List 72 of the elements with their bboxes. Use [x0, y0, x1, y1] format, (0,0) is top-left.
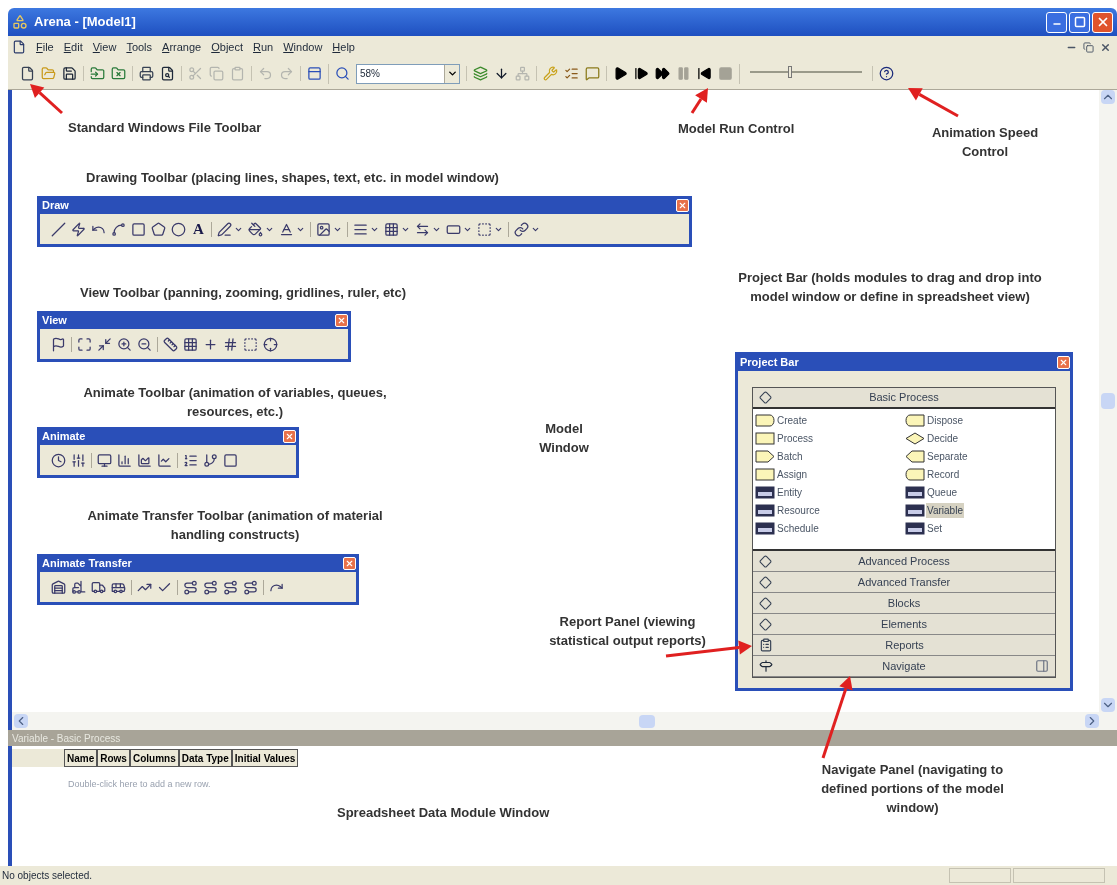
module-item[interactable]: Create — [755, 412, 905, 428]
panel-header[interactable]: Navigate — [753, 656, 1055, 677]
module-label: Entity — [776, 485, 803, 500]
menu-item[interactable]: Object — [211, 38, 243, 56]
status-text: No objects selected. — [2, 869, 93, 883]
module-label: Assign — [776, 467, 808, 482]
module-label: Decide — [926, 431, 960, 446]
menu-item[interactable]: Edit — [63, 38, 83, 56]
annotation-text: Model Window — [538, 420, 590, 457]
zoom-value: 58% — [359, 67, 381, 81]
module-label: Separate — [926, 449, 969, 464]
menu-item[interactable]: Window — [283, 38, 323, 56]
toolbar-title: Animate Transfer — [42, 558, 132, 569]
menu-item[interactable]: Tools — [126, 38, 153, 56]
module-item[interactable]: Record — [905, 466, 1055, 482]
module-label: Process — [776, 431, 815, 446]
annotation-text: Animation Speed Control — [930, 124, 1040, 161]
column-header[interactable]: Name — [64, 749, 98, 767]
annotation-text: Report Panel (viewing statistical output reports) — [548, 613, 707, 650]
annotation-text: Drawing Toolbar (placing lines, shapes, text, etc. in model window) — [86, 169, 499, 187]
module-item[interactable]: Resource — [755, 502, 905, 518]
annotation-text: Standard Windows File Toolbar — [68, 119, 262, 137]
annotation-text: Project Bar (holds modules to drag and drop into model window or define in spreadsheet view) — [737, 269, 1043, 306]
column-header[interactable]: Rows — [97, 749, 130, 767]
annotation-text: Animate Toolbar (animation of variables, queues, resources, etc.) — [82, 384, 388, 421]
text-tool-button[interactable]: A — [191, 221, 206, 237]
annotation-text: View Toolbar (panning, zooming, gridlines, ruler, etc) — [80, 284, 406, 302]
module-item[interactable]: Entity — [755, 484, 905, 500]
column-header[interactable]: Columns — [129, 749, 179, 767]
module-label: Record — [926, 467, 961, 482]
zoom-dropdown[interactable]: 58% — [356, 63, 460, 84]
menu-item[interactable]: File — [36, 38, 54, 56]
panel-header[interactable]: Blocks — [753, 593, 1055, 614]
module-label: Schedule — [776, 521, 820, 536]
module-label: Create — [776, 413, 808, 428]
panel-header[interactable]: Advanced Transfer — [753, 572, 1055, 593]
module-label: Resource — [776, 503, 821, 518]
module-label: Queue — [926, 485, 959, 500]
toolbar-title: View — [42, 315, 67, 326]
module-item[interactable]: Assign — [755, 466, 905, 482]
module-label: Set — [926, 521, 943, 536]
spreadsheet-title: Variable - Basic Process — [12, 731, 121, 746]
module-item[interactable]: Set — [905, 520, 1055, 536]
window-title: Arena - [Model1] — [34, 13, 136, 32]
module-item[interactable]: Queue — [905, 484, 1055, 500]
module-item[interactable]: Dispose — [905, 412, 1055, 428]
module-item[interactable]: Schedule — [755, 520, 905, 536]
module-label: Dispose — [926, 413, 965, 428]
menu-item[interactable]: Run — [253, 38, 274, 56]
module-item[interactable]: Batch — [755, 448, 905, 464]
toolbar-title: Animate — [42, 431, 86, 442]
column-header[interactable]: Initial Values — [231, 749, 299, 767]
menu-item[interactable]: Arrange — [162, 38, 202, 56]
column-header[interactable]: Data Type — [178, 749, 232, 767]
module-label: Variable — [926, 502, 964, 518]
panel-header[interactable]: Reports — [753, 635, 1055, 656]
annotation-text: Model Run Control — [678, 120, 795, 138]
panel-header[interactable]: Advanced Process — [753, 551, 1055, 572]
panel-header[interactable]: Basic Process — [753, 388, 1055, 409]
annotation-text: Navigate Panel (navigating to defined portions of the model window) — [820, 761, 1005, 817]
menu-item[interactable]: View — [92, 38, 117, 56]
annotation-text: Animate Transfer Toolbar (animation of material handling constructs) — [86, 507, 384, 544]
window-title: Project Bar — [740, 356, 799, 368]
panel-header[interactable]: Elements — [753, 614, 1055, 635]
menu-item[interactable]: Help — [332, 38, 355, 56]
module-item[interactable]: Separate — [905, 448, 1055, 464]
module-item[interactable]: Decide — [905, 430, 1055, 446]
module-item[interactable]: Process — [755, 430, 905, 446]
annotation-text: Spreadsheet Data Module Window — [337, 804, 550, 822]
module-item[interactable]: Variable — [905, 502, 1055, 518]
module-label: Batch — [776, 449, 804, 464]
toolbar-title: Draw — [42, 200, 69, 211]
